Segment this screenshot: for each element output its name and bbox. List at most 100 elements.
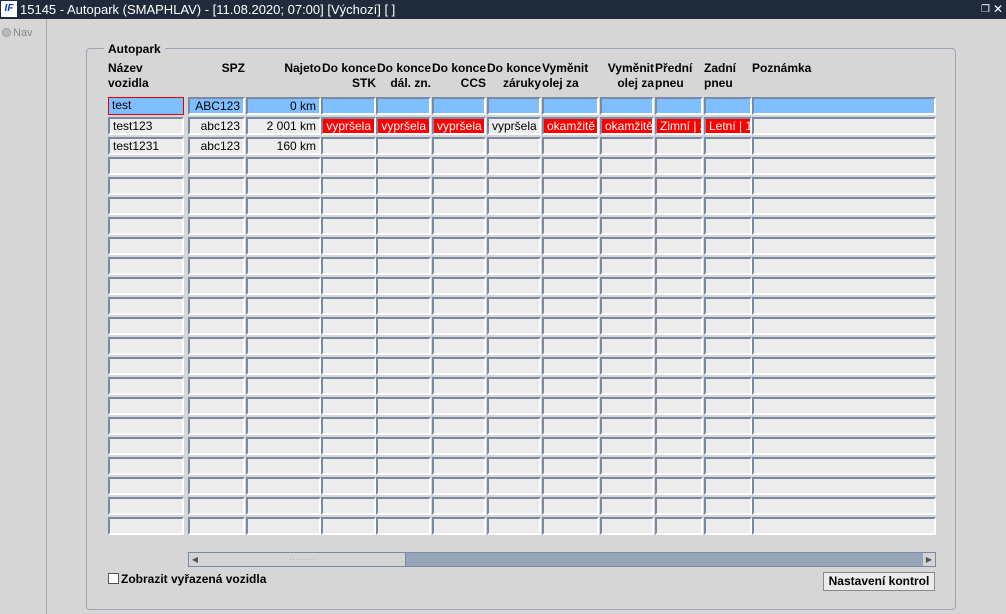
table-cell[interactable] [704, 177, 752, 195]
table-cell[interactable] [704, 437, 752, 455]
table-cell[interactable] [376, 377, 431, 395]
table-cell[interactable] [704, 377, 752, 395]
table-cell[interactable] [321, 397, 376, 415]
table-cell[interactable] [376, 397, 431, 415]
table-cell[interactable] [704, 317, 752, 335]
table-cell[interactable] [752, 337, 936, 355]
table-cell[interactable] [376, 137, 431, 155]
table-cell[interactable] [376, 457, 431, 475]
table-cell[interactable] [600, 477, 654, 495]
table-cell[interactable] [655, 377, 703, 395]
vehicle-name-field[interactable] [108, 357, 184, 375]
table-cell[interactable] [655, 177, 703, 195]
table-cell[interactable] [655, 437, 703, 455]
table-cell[interactable] [487, 397, 541, 415]
table-cell[interactable] [246, 477, 321, 495]
table-cell[interactable] [188, 497, 245, 515]
table-cell[interactable] [246, 437, 321, 455]
scroll-thumb[interactable]: ∙∙∙∙∙∙∙∙∙ [201, 553, 406, 566]
table-cell[interactable] [321, 137, 376, 155]
horizontal-scrollbar[interactable]: ◀ ∙∙∙∙∙∙∙∙∙ ▶ [188, 552, 936, 567]
table-cell[interactable] [600, 357, 654, 375]
table-cell[interactable] [432, 337, 486, 355]
table-cell[interactable] [432, 497, 486, 515]
table-cell[interactable] [542, 317, 599, 335]
table-cell[interactable] [188, 457, 245, 475]
table-cell[interactable] [655, 337, 703, 355]
table-cell[interactable] [321, 377, 376, 395]
table-cell[interactable] [752, 477, 936, 495]
table-cell[interactable] [432, 217, 486, 235]
table-cell[interactable] [376, 417, 431, 435]
table-cell[interactable] [487, 437, 541, 455]
table-cell[interactable] [487, 177, 541, 195]
settings-button[interactable]: Nastavení kontrol [823, 572, 935, 591]
table-cell[interactable] [655, 317, 703, 335]
table-cell[interactable]: vypršela [376, 117, 431, 135]
vehicle-name-field[interactable] [108, 257, 184, 275]
table-cell[interactable] [655, 417, 703, 435]
table-cell[interactable]: ABC123 [188, 97, 245, 115]
table-cell[interactable] [432, 177, 486, 195]
table-cell[interactable] [188, 397, 245, 415]
table-cell[interactable] [188, 437, 245, 455]
table-cell[interactable] [542, 357, 599, 375]
table-cell[interactable] [188, 517, 245, 535]
table-cell[interactable] [704, 277, 752, 295]
table-cell[interactable] [655, 397, 703, 415]
table-cell[interactable] [487, 137, 541, 155]
table-cell[interactable] [246, 317, 321, 335]
table-cell[interactable] [487, 337, 541, 355]
table-cell[interactable] [752, 357, 936, 375]
table-cell[interactable] [432, 517, 486, 535]
vehicle-name-field[interactable] [108, 457, 184, 475]
vehicle-name-field[interactable] [108, 237, 184, 255]
table-cell[interactable] [704, 497, 752, 515]
table-cell[interactable] [376, 237, 431, 255]
table-cell[interactable] [432, 317, 486, 335]
table-cell[interactable] [655, 477, 703, 495]
table-cell[interactable] [432, 197, 486, 215]
table-cell[interactable] [487, 417, 541, 435]
vehicle-name-field[interactable] [108, 217, 184, 235]
table-cell[interactable]: 160 km [246, 137, 321, 155]
table-cell[interactable] [655, 517, 703, 535]
table-cell[interactable] [432, 297, 486, 315]
table-cell[interactable] [246, 217, 321, 235]
vehicle-name-field[interactable] [108, 297, 184, 315]
table-cell[interactable] [704, 397, 752, 415]
table-cell[interactable] [246, 257, 321, 275]
table-cell[interactable] [752, 497, 936, 515]
table-cell[interactable] [432, 377, 486, 395]
table-cell[interactable] [542, 437, 599, 455]
table-cell[interactable] [487, 477, 541, 495]
table-cell[interactable] [487, 317, 541, 335]
table-cell[interactable]: 0 km [246, 97, 321, 115]
table-cell[interactable] [655, 237, 703, 255]
table-cell[interactable] [376, 157, 431, 175]
table-cell[interactable] [321, 457, 376, 475]
table-cell[interactable] [376, 437, 431, 455]
table-cell[interactable] [655, 257, 703, 275]
table-cell[interactable] [704, 137, 752, 155]
table-cell[interactable] [655, 137, 703, 155]
table-cell[interactable] [600, 497, 654, 515]
table-cell[interactable] [600, 517, 654, 535]
table-cell[interactable] [704, 337, 752, 355]
table-cell[interactable] [487, 237, 541, 255]
table-cell[interactable] [600, 197, 654, 215]
vehicle-name-field[interactable] [108, 277, 184, 295]
table-cell[interactable] [542, 257, 599, 275]
vehicle-name-field[interactable] [108, 177, 184, 195]
vehicle-name-field[interactable] [108, 337, 184, 355]
table-cell[interactable] [752, 197, 936, 215]
table-cell[interactable] [246, 197, 321, 215]
table-cell[interactable] [704, 517, 752, 535]
table-cell[interactable] [321, 257, 376, 275]
table-cell[interactable] [246, 377, 321, 395]
table-cell[interactable]: okamžitě [542, 117, 599, 135]
table-cell[interactable] [600, 397, 654, 415]
table-cell[interactable] [487, 97, 541, 115]
table-cell[interactable] [376, 337, 431, 355]
table-cell[interactable] [600, 217, 654, 235]
